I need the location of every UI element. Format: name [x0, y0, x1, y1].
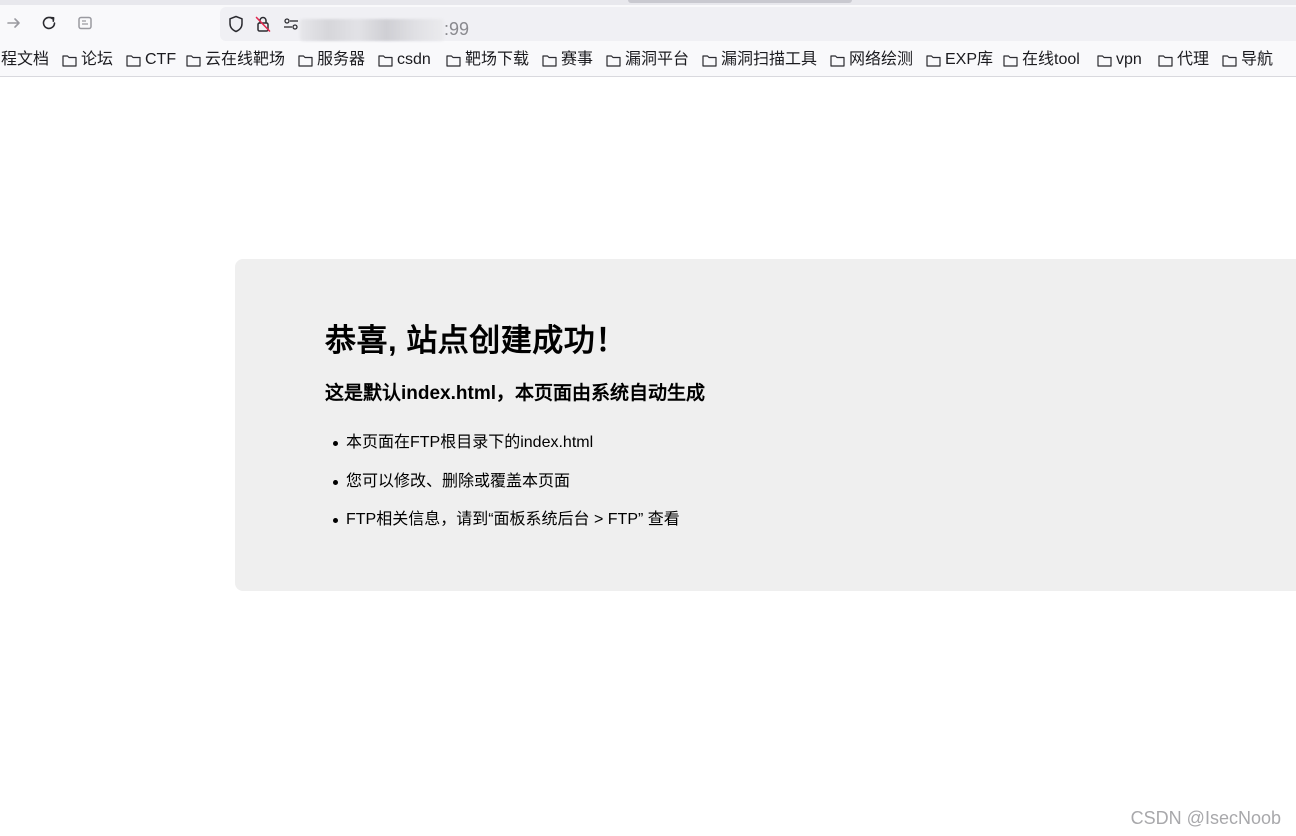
folder-icon: [62, 54, 77, 67]
bookmark-label: 漏洞扫描工具: [721, 51, 818, 68]
navigation-toolbar: :99: [0, 5, 1296, 43]
forward-button[interactable]: [0, 9, 28, 37]
bookmark-label: 靶场下载: [465, 51, 530, 68]
bookmark-folder[interactable]: 代理: [1158, 49, 1209, 71]
bookmark-folder[interactable]: CTF: [126, 49, 176, 71]
redacted-host: [300, 19, 444, 41]
insecure-lock-icon[interactable]: [254, 15, 272, 33]
bookmark-folder[interactable]: 论坛: [62, 49, 113, 71]
bookmark-folder[interactable]: csdn: [378, 49, 431, 71]
bookmark-folder[interactable]: vpn: [1097, 49, 1142, 71]
bookmark-label: 云在线靶场: [205, 51, 286, 68]
bookmark-label: 漏洞平台: [625, 51, 690, 68]
folder-icon: [926, 54, 941, 67]
folder-icon: [1158, 54, 1173, 67]
watermark: CSDN @IsecNoob: [1130, 808, 1281, 828]
bookmark-label: 服务器: [317, 51, 366, 68]
reload-button[interactable]: [35, 9, 63, 37]
folder-icon: [298, 54, 313, 67]
bookmark-folder[interactable]: 云在线靶场: [186, 49, 285, 71]
reader-view-button[interactable]: [71, 9, 99, 37]
folder-icon: [1003, 54, 1018, 67]
folder-icon: [1097, 54, 1112, 67]
bookmark-label: 论坛: [81, 51, 114, 68]
folder-icon: [378, 54, 393, 67]
active-tab-edge[interactable]: [628, 0, 852, 3]
list-item: FTP相关信息，请到“面板系统后台 > FTP” 查看: [325, 506, 680, 534]
permissions-icon[interactable]: [282, 15, 300, 33]
bookmark-folder[interactable]: EXP库: [926, 49, 993, 71]
bookmark-label: csdn: [397, 51, 431, 68]
folder-icon: [446, 54, 461, 67]
folder-icon: [542, 54, 557, 67]
folder-icon: [186, 54, 201, 67]
bookmark-label: 代理: [1177, 51, 1210, 68]
bookmark-label: 在线tool: [1022, 51, 1080, 68]
bookmark-folder[interactable]: 导航: [1222, 49, 1273, 71]
success-card: 恭喜, 站点创建成功！ 这是默认index.html，本页面由系统自动生成 本页…: [235, 259, 1296, 591]
folder-icon: [126, 54, 141, 67]
folder-icon: [1222, 54, 1237, 67]
folder-icon: [702, 54, 717, 67]
bookmark-label: 网络绘测: [849, 51, 914, 68]
bookmark-folder[interactable]: 服务器: [298, 49, 365, 71]
bookmark-folder[interactable]: 漏洞扫描工具: [702, 49, 817, 71]
bookmark-folder[interactable]: 靶场下载: [446, 49, 529, 71]
bookmark-label: 赛事: [561, 51, 594, 68]
bookmark-folder[interactable]: 网络绘测: [830, 49, 913, 71]
bookmark-folder[interactable]: 漏洞平台: [606, 49, 689, 71]
folder-icon: [830, 54, 845, 67]
bookmark-label: 程文档: [1, 51, 50, 68]
list-item: 您可以修改、删除或覆盖本页面: [325, 468, 680, 496]
info-list: 本页面在FTP根目录下的index.html 您可以修改、删除或覆盖本页面 FT…: [325, 429, 680, 545]
bookmark-folder[interactable]: 赛事: [542, 49, 593, 71]
bookmark-folder[interactable]: 在线tool: [1003, 49, 1080, 71]
bookmark-folder[interactable]: 程文档: [1, 49, 49, 71]
reader-view-icon: [77, 15, 93, 31]
arrow-right-icon: [6, 15, 22, 31]
bookmark-label: EXP库: [945, 51, 994, 68]
bookmark-label: vpn: [1116, 51, 1142, 68]
page-title: 恭喜, 站点创建成功！: [325, 323, 627, 358]
list-item: 本页面在FTP根目录下的index.html: [325, 429, 680, 457]
bookmarks-toolbar: 程文档 论坛 CTF 云在线靶场 服务器 csdn 靶场下载 赛事 漏洞平台 漏…: [0, 43, 1296, 77]
reload-icon: [40, 14, 58, 32]
folder-icon: [606, 54, 621, 67]
bookmark-label: 导航: [1241, 51, 1274, 68]
url-port[interactable]: :99: [444, 17, 469, 41]
shield-icon[interactable]: [227, 15, 245, 33]
page-subtitle: 这是默认index.html，本页面由系统自动生成: [325, 383, 706, 404]
bookmark-label: CTF: [145, 51, 177, 68]
